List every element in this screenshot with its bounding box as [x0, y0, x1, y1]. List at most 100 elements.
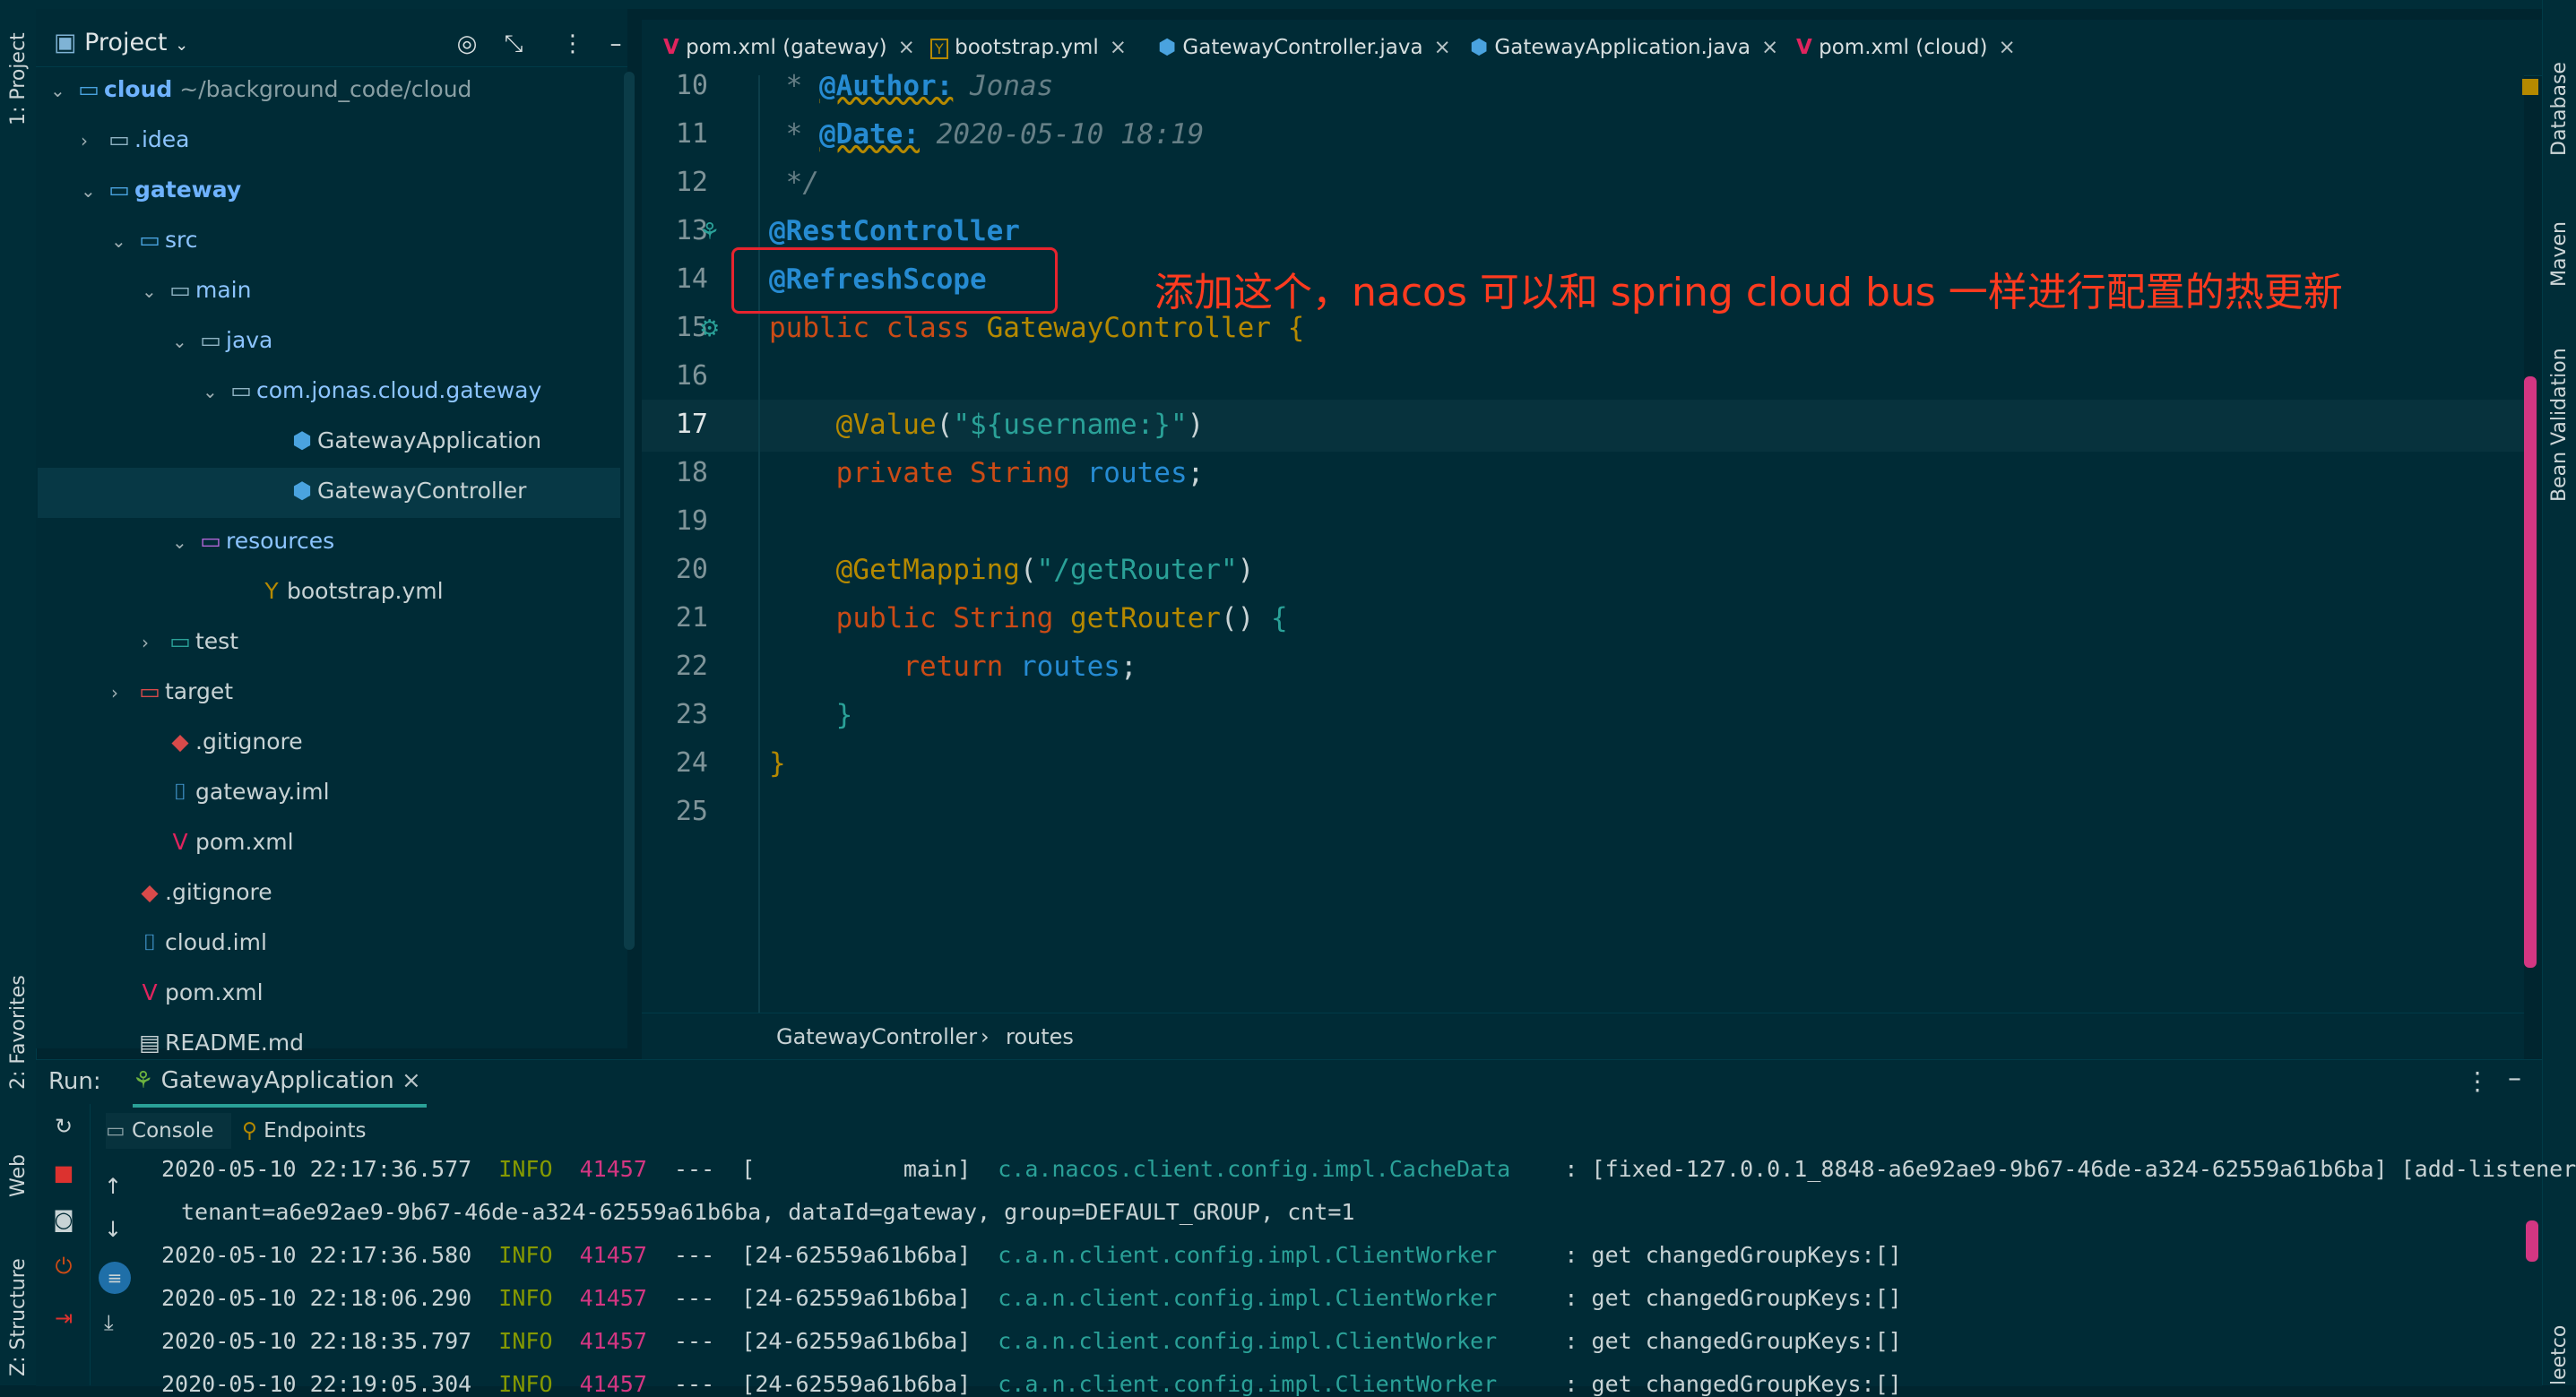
- tab-pom-gateway[interactable]: V pom.xml (gateway) ×: [663, 20, 915, 75]
- warning-marker-icon[interactable]: [2522, 79, 2538, 95]
- tree-item-label: .idea: [134, 126, 190, 152]
- project-view-selector[interactable]: ▣ Project ⌄: [54, 29, 188, 56]
- tool-tab-maven[interactable]: Maven: [2548, 221, 2571, 287]
- tree-item[interactable]: ◆ .gitignore: [111, 869, 272, 916]
- console-tab[interactable]: ▭ Console: [106, 1113, 231, 1149]
- chevron-icon[interactable]: ⌄: [142, 268, 165, 315]
- stop-icon[interactable]: ■: [48, 1158, 79, 1188]
- tree-item[interactable]: ⬢ GatewayController: [264, 468, 526, 514]
- close-icon[interactable]: ×: [1434, 36, 1451, 59]
- console-lvl: INFO: [498, 1242, 553, 1268]
- close-icon[interactable]: ×: [898, 36, 915, 59]
- line-number: 12: [675, 167, 708, 198]
- chevron-icon[interactable]: ⌄: [172, 318, 195, 365]
- hide-icon[interactable]: –: [2508, 1063, 2521, 1094]
- console-msg: : get changedGroupKeys:[]: [1524, 1328, 1902, 1354]
- chevron-icon[interactable]: ⌄: [50, 67, 73, 114]
- chevron-icon[interactable]: ⌄: [81, 168, 104, 214]
- tree-item-label: java: [226, 327, 273, 353]
- line-number: 25: [675, 796, 708, 827]
- test-folder-icon: ▭: [169, 628, 191, 654]
- tree-item[interactable]: Vpom.xml: [111, 970, 263, 1016]
- maven-icon: V: [142, 979, 158, 1005]
- chevron-icon[interactable]: ⌄: [203, 368, 226, 415]
- tree-item[interactable]: ⌄ ▭ gateway: [81, 167, 241, 213]
- tab-gateway-controller[interactable]: ⬢ GatewayController.java ×: [1158, 20, 1451, 79]
- tree-item[interactable]: ⌄ ▭ com.jonas.cloud.gateway: [203, 367, 541, 414]
- plug-icon[interactable]: ⏻: [48, 1251, 79, 1281]
- chevron-icon[interactable]: ⌄: [111, 218, 134, 264]
- tree-item[interactable]: › ▭ target: [111, 668, 233, 715]
- up-arrow-icon[interactable]: ↑: [104, 1174, 122, 1199]
- tool-tab-bean-validation[interactable]: Bean Validation: [2548, 348, 2571, 502]
- code-line-20: @GetMapping("/getRouter"): [835, 554, 1255, 586]
- breadcrumb-member[interactable]: routes: [1006, 1024, 1074, 1049]
- project-scrollbar[interactable]: [624, 72, 635, 950]
- console-logger: c.a.n.client.config.impl.ClientWorker: [998, 1242, 1498, 1268]
- tool-tab-project[interactable]: 1: Project: [7, 32, 30, 125]
- close-icon[interactable]: ×: [1110, 36, 1127, 59]
- tree-item[interactable]: ⌄ ▭ src: [111, 217, 198, 263]
- tab-label: GatewayApplication.java: [1494, 36, 1751, 59]
- tool-tab-favorites[interactable]: 2: Favorites: [7, 975, 30, 1090]
- tree-item[interactable]: Vpom.xml: [142, 819, 294, 866]
- collapse-icon[interactable]: ⤡: [498, 29, 529, 59]
- soft-wrap-icon[interactable]: ≡: [99, 1262, 131, 1294]
- tree-item[interactable]: ⌄ ▭ resources: [172, 518, 334, 565]
- more-icon[interactable]: ⋮: [558, 29, 588, 59]
- run-config-tab[interactable]: ⚘ GatewayApplication ×: [133, 1065, 427, 1108]
- tree-item-label: pom.xml: [195, 829, 294, 855]
- locate-icon[interactable]: ◎: [452, 29, 482, 59]
- comment-text: 2020-05-10 18:19: [936, 118, 1205, 151]
- tool-tab-database[interactable]: Database: [2548, 62, 2571, 156]
- tool-tab-leetcode[interactable]: leetco: [2548, 1325, 2571, 1385]
- tree-item[interactable]: Ybootstrap.yml: [233, 568, 443, 615]
- console-tab-label: Console: [132, 1119, 214, 1143]
- tree-item[interactable]: ⌷ gateway.iml: [142, 769, 329, 815]
- tree-item-label: resources: [226, 528, 335, 554]
- annotation-token: @GetMapping: [835, 554, 1020, 586]
- chevron-icon[interactable]: ⌄: [172, 519, 195, 565]
- close-icon[interactable]: ×: [1998, 36, 2015, 59]
- chevron-icon[interactable]: ›: [111, 669, 134, 716]
- rerun-icon[interactable]: ↻: [48, 1111, 79, 1142]
- tab-pom-cloud[interactable]: V pom.xml (cloud) ×: [1796, 20, 2016, 75]
- breadcrumb-class[interactable]: GatewayController: [776, 1024, 977, 1049]
- tree-item[interactable]: ⌄ ▭ main: [142, 267, 251, 314]
- scroll-end-icon[interactable]: ⤓: [104, 1310, 114, 1335]
- tree-item[interactable]: › ▭ .idea: [81, 116, 189, 163]
- tree-item[interactable]: › ▭ test: [142, 618, 238, 665]
- tree-item-label: main: [195, 277, 252, 303]
- close-icon[interactable]: ×: [1761, 36, 1778, 59]
- camera-icon[interactable]: ◙: [48, 1204, 79, 1235]
- tool-tab-structure[interactable]: Z: Structure: [7, 1258, 30, 1376]
- tool-tab-web[interactable]: Web: [7, 1154, 30, 1197]
- folder-icon: ▭: [169, 277, 191, 303]
- hide-icon[interactable]: –: [601, 29, 631, 59]
- tab-bootstrap-yml[interactable]: Y bootstrap.yml ×: [930, 20, 1127, 75]
- console-logger: c.a.n.client.config.impl.ClientWorker: [998, 1328, 1498, 1354]
- down-arrow-icon[interactable]: ↓: [104, 1217, 122, 1242]
- chevron-icon[interactable]: ›: [142, 619, 165, 666]
- chevron-icon[interactable]: ›: [81, 117, 104, 164]
- tree-item[interactable]: ⌄ ▭ java: [172, 317, 272, 364]
- more-icon[interactable]: ⋮: [2465, 1066, 2490, 1096]
- line-number: 18: [675, 457, 708, 488]
- tree-item[interactable]: ⌄ ▭ cloud ~/background_code/cloud: [50, 66, 471, 113]
- console-thread: [24-62559a61b6ba]: [741, 1285, 972, 1311]
- console-scrollbar[interactable]: [2526, 1220, 2538, 1262]
- tree-item[interactable]: ⌷ cloud.iml: [111, 919, 266, 966]
- exit-icon[interactable]: ⇥: [48, 1303, 79, 1333]
- tree-item[interactable]: ◆ .gitignore: [142, 719, 303, 765]
- tree-item-label: .gitignore: [195, 729, 303, 755]
- bean-gutter-icon[interactable]: ⚘: [699, 219, 720, 246]
- spring-gutter-icon[interactable]: ⚙: [699, 315, 720, 342]
- console-ts: 2020-05-10 22:18:35.797: [161, 1328, 472, 1354]
- tree-item-label: README.md: [165, 1030, 305, 1056]
- endpoints-tab[interactable]: ⚲ Endpoints: [242, 1113, 367, 1149]
- close-icon[interactable]: ×: [402, 1067, 421, 1094]
- tab-gateway-application[interactable]: ⬢ GatewayApplication.java ×: [1470, 20, 1778, 75]
- editor-scrollbar[interactable]: [2524, 376, 2537, 968]
- console-ts: 2020-05-10 22:17:36.580: [161, 1242, 472, 1268]
- tree-item[interactable]: ⬢ GatewayApplication: [264, 418, 541, 464]
